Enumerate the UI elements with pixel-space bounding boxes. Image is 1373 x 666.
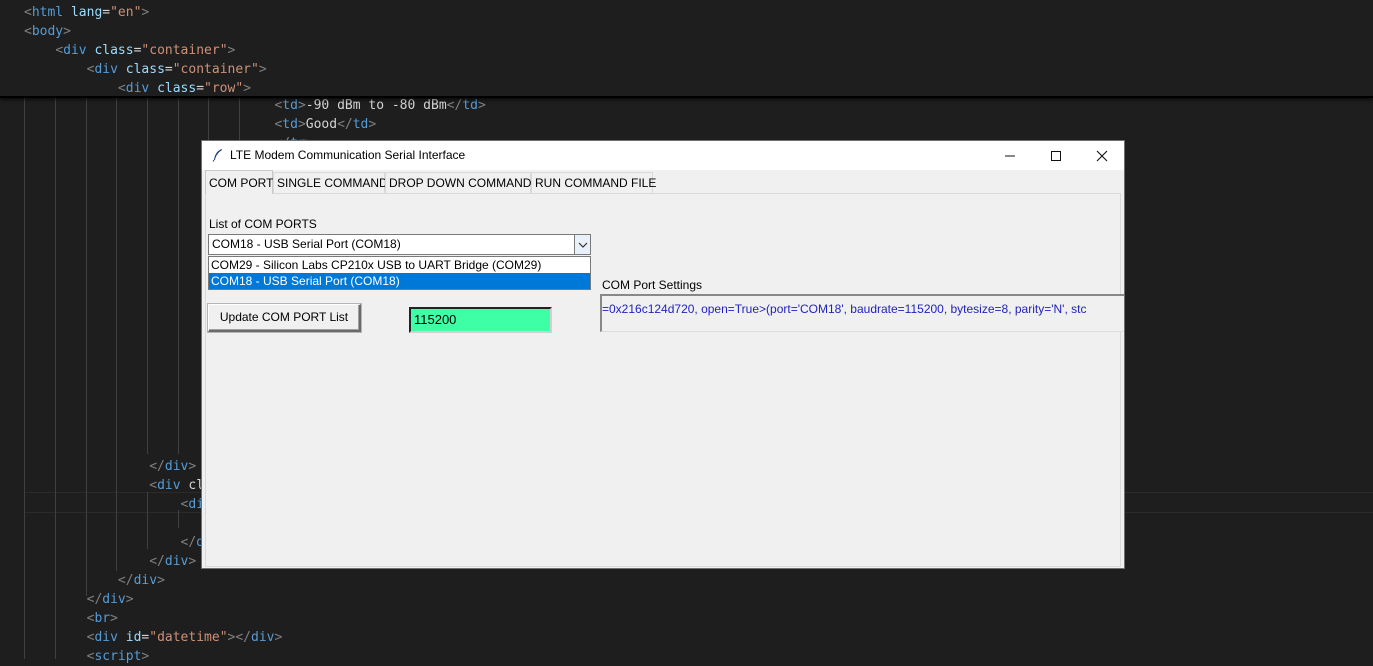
- dropdown-option[interactable]: COM29 - Silicon Labs CP210x USB to UART …: [209, 257, 590, 273]
- minimize-button[interactable]: [987, 141, 1033, 170]
- tab-drop-down-command[interactable]: DROP DOWN COMMAND: [385, 172, 531, 193]
- code-line: <div class="row">: [117, 81, 251, 96]
- com-port-settings-display: =0x216c124d720, open=True>(port='COM18',…: [600, 294, 1124, 332]
- code-line: <div cl: [149, 478, 205, 493]
- code-line: <td>-90 dBm to -80 dBm</td>: [274, 98, 486, 113]
- code-line: </div>: [117, 573, 165, 588]
- minimize-icon: [1005, 155, 1015, 156]
- code-line: <br>: [86, 611, 118, 626]
- com-ports-label: List of COM PORTS: [209, 217, 317, 231]
- code-line: </div>: [149, 459, 197, 474]
- sticky-scroll-header: <html lang="en"> <body> <div class="conta…: [0, 0, 1373, 98]
- window-title: LTE Modem Communication Serial Interface: [230, 148, 466, 162]
- close-button[interactable]: [1079, 141, 1125, 170]
- code-line: </div>: [86, 592, 134, 607]
- code-line: <html lang="en">: [24, 5, 150, 20]
- code-line: <script>: [86, 649, 150, 664]
- close-icon: [1096, 150, 1108, 161]
- update-com-port-list-button[interactable]: Update COM PORT List: [208, 304, 361, 332]
- tab-run-command-file[interactable]: RUN COMMAND FILE: [531, 172, 656, 193]
- maximize-button[interactable]: [1033, 141, 1079, 170]
- baud-rate-field[interactable]: 115200: [409, 307, 552, 333]
- code-line: </d: [180, 535, 204, 550]
- code-line: <div id="datetime"></div>: [86, 630, 283, 645]
- com-port-settings-label: COM Port Settings: [602, 278, 703, 292]
- code-line: </div>: [149, 554, 197, 569]
- com-port-combobox[interactable]: COM18 - USB Serial Port (COM18): [208, 234, 591, 255]
- combobox-value: COM18 - USB Serial Port (COM18): [212, 237, 401, 251]
- code-line: <body>: [24, 24, 71, 39]
- chevron-down-icon: [578, 242, 587, 248]
- com-port-dropdown-list[interactable]: COM29 - Silicon Labs CP210x USB to UART …: [208, 256, 591, 290]
- code-line: <div class="container">: [55, 43, 236, 58]
- tab-single-command[interactable]: SINGLE COMMAND: [273, 172, 388, 193]
- serial-interface-window: LTE Modem Communication Serial Interface…: [201, 140, 1125, 569]
- combobox-dropdown-button[interactable]: [574, 235, 590, 254]
- tab-com-port[interactable]: COM PORT: [205, 170, 273, 194]
- code-line: <td>Good</td>: [274, 117, 377, 132]
- code-line: <di: [180, 497, 205, 512]
- code-line: <div class="container">: [86, 62, 267, 77]
- feather-icon: [212, 149, 222, 162]
- dropdown-option-selected[interactable]: COM18 - USB Serial Port (COM18): [209, 273, 590, 289]
- maximize-icon: [1051, 150, 1061, 161]
- title-bar[interactable]: LTE Modem Communication Serial Interface: [202, 141, 1124, 170]
- com-port-settings-text: =0x216c124d720, open=True>(port='COM18',…: [602, 302, 1087, 316]
